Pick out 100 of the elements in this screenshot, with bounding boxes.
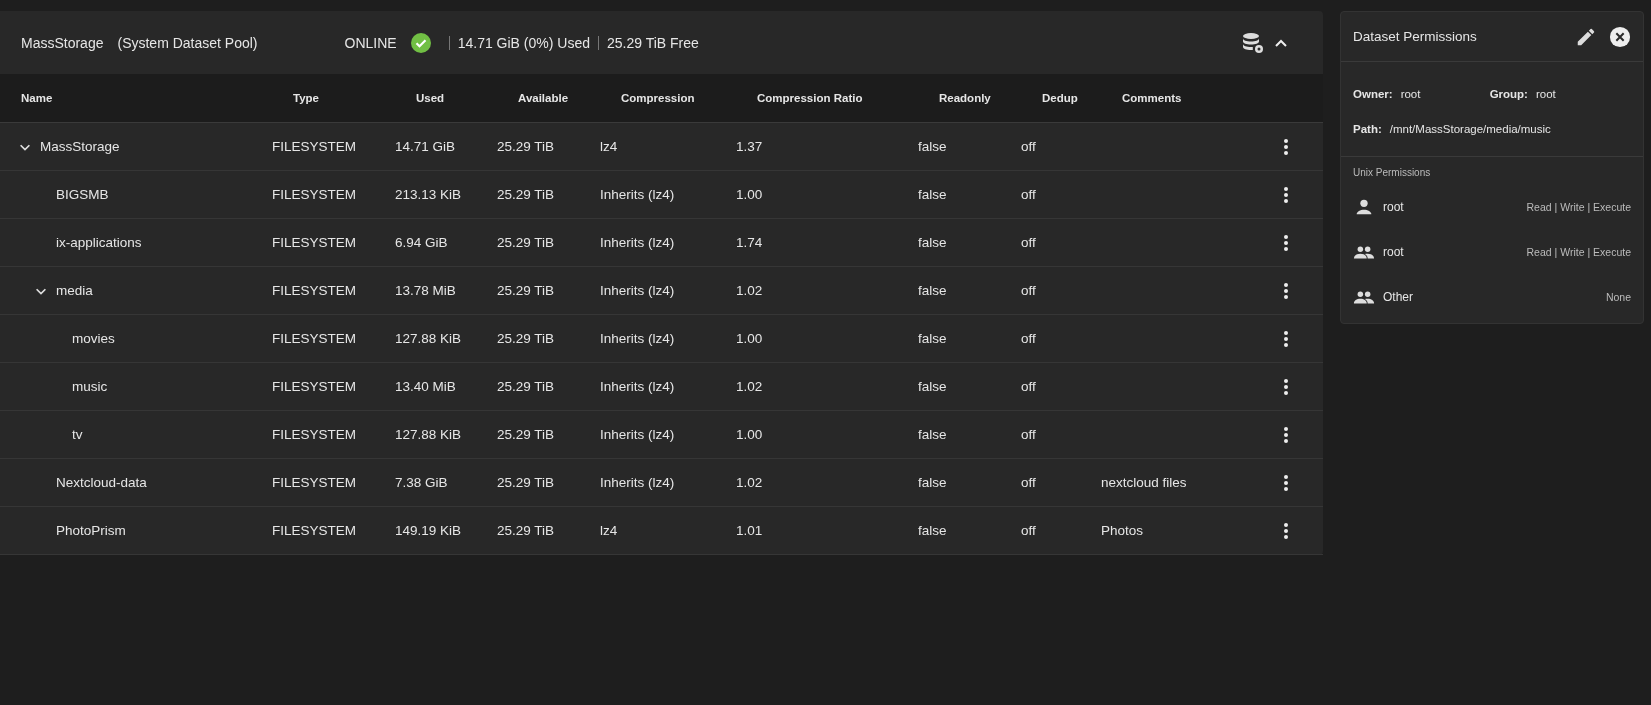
table-cell: 6.94 GiB bbox=[395, 235, 448, 250]
table-cell: 1.00 bbox=[736, 331, 763, 346]
group-value: root bbox=[1535, 87, 1556, 100]
table-cell: 25.29 TiB bbox=[497, 283, 555, 298]
table-cell: 7.38 GiB bbox=[395, 475, 448, 490]
path-label: Path: bbox=[1353, 122, 1382, 135]
table-cell: Inherits (lz4) bbox=[600, 187, 675, 202]
close-icon[interactable] bbox=[1609, 25, 1631, 48]
table-cell: 1.02 bbox=[736, 475, 763, 490]
pool-subtitle: (System Dataset Pool) bbox=[117, 34, 258, 51]
more-vertical-icon[interactable] bbox=[1283, 521, 1289, 540]
more-vertical-icon[interactable] bbox=[1283, 233, 1289, 252]
more-vertical-icon[interactable] bbox=[1283, 329, 1289, 348]
dataset-name[interactable]: music bbox=[72, 379, 108, 394]
table-cell: Inherits (lz4) bbox=[600, 379, 675, 394]
table-cell: FILESYSTEM bbox=[272, 379, 357, 394]
table-cell: 25.29 TiB bbox=[497, 427, 555, 442]
table-cell: false bbox=[918, 139, 947, 154]
column-header: Type bbox=[293, 92, 320, 104]
table-cell: nextcloud files bbox=[1101, 475, 1187, 490]
more-vertical-icon[interactable] bbox=[1283, 137, 1289, 156]
table-cell: Inherits (lz4) bbox=[600, 283, 675, 298]
table-cell: 1.37 bbox=[736, 139, 763, 154]
table-cell: false bbox=[918, 475, 947, 490]
more-vertical-icon[interactable] bbox=[1283, 377, 1289, 396]
permission-access: None bbox=[1605, 290, 1631, 303]
table-cell: 127.88 KiB bbox=[395, 427, 462, 442]
table-cell: off bbox=[1021, 235, 1036, 250]
group-label: Group: bbox=[1489, 87, 1528, 100]
table-cell: 13.40 MiB bbox=[395, 379, 456, 394]
table-cell: 1.00 bbox=[736, 187, 763, 202]
table-cell: 25.29 TiB bbox=[497, 235, 555, 250]
table-cell: false bbox=[918, 331, 947, 346]
table-cell: 127.88 KiB bbox=[395, 331, 462, 346]
table-cell: 25.29 TiB bbox=[497, 331, 555, 346]
table-cell: FILESYSTEM bbox=[272, 427, 357, 442]
permission-access: Read | Write | Execute bbox=[1526, 245, 1631, 258]
table-cell: off bbox=[1021, 283, 1036, 298]
permission-access: Read | Write | Execute bbox=[1526, 200, 1631, 213]
table-cell: Photos bbox=[1101, 523, 1144, 538]
dataset-name[interactable]: BIGSMB bbox=[56, 187, 109, 202]
table-cell: off bbox=[1021, 139, 1036, 154]
table-cell: 149.19 KiB bbox=[395, 523, 462, 538]
table-cell: false bbox=[918, 235, 947, 250]
table-cell: off bbox=[1021, 475, 1036, 490]
table-cell: 1.02 bbox=[736, 283, 763, 298]
permission-subject: root bbox=[1383, 199, 1405, 214]
column-header: Compression bbox=[621, 92, 696, 104]
owner-value: root bbox=[1400, 87, 1422, 100]
table-cell: Inherits (lz4) bbox=[600, 427, 675, 442]
permission-subject: Other bbox=[1383, 289, 1414, 304]
table-cell: 25.29 TiB bbox=[497, 523, 555, 538]
table-cell: FILESYSTEM bbox=[272, 187, 357, 202]
card-title: Dataset Permissions bbox=[1353, 29, 1478, 44]
table-cell: false bbox=[918, 427, 947, 442]
table-cell: FILESYSTEM bbox=[272, 475, 357, 490]
table-cell: off bbox=[1021, 523, 1036, 538]
table-cell: off bbox=[1021, 379, 1036, 394]
table-cell: off bbox=[1021, 187, 1036, 202]
dataset-name[interactable]: tv bbox=[72, 427, 83, 442]
table-cell: lz4 bbox=[600, 523, 618, 538]
dataset-name[interactable]: ix-applications bbox=[56, 235, 142, 250]
column-header: Comments bbox=[1122, 92, 1183, 104]
column-header: Readonly bbox=[939, 92, 992, 104]
column-header: Available bbox=[518, 92, 570, 104]
table-cell: 25.29 TiB bbox=[497, 139, 555, 154]
table-cell: 1.74 bbox=[736, 235, 763, 250]
permission-subject: root bbox=[1383, 244, 1405, 259]
table-cell: 213.13 KiB bbox=[395, 187, 462, 202]
column-header: Dedup bbox=[1042, 92, 1079, 104]
dataset-name[interactable]: MassStorage bbox=[40, 139, 120, 154]
table-cell: false bbox=[918, 187, 947, 202]
dataset-name[interactable]: Nextcloud-data bbox=[56, 475, 147, 490]
table-cell: false bbox=[918, 379, 947, 394]
more-vertical-icon[interactable] bbox=[1283, 425, 1289, 444]
table-cell: FILESYSTEM bbox=[272, 331, 357, 346]
more-vertical-icon[interactable] bbox=[1283, 185, 1289, 204]
dataset-name[interactable]: media bbox=[56, 283, 93, 298]
table-cell: 14.71 GiB bbox=[395, 139, 456, 154]
table-cell: off bbox=[1021, 331, 1036, 346]
table-cell: 13.78 MiB bbox=[395, 283, 456, 298]
owner-label: Owner: bbox=[1353, 87, 1393, 100]
table-cell: false bbox=[918, 523, 947, 538]
pool-used: 14.71 GiB (0%) Used bbox=[457, 34, 590, 51]
more-vertical-icon[interactable] bbox=[1283, 281, 1289, 300]
table-cell: 25.29 TiB bbox=[497, 475, 555, 490]
table-cell: 1.00 bbox=[736, 427, 763, 442]
table-cell: Inherits (lz4) bbox=[600, 331, 675, 346]
table-cell: 25.29 TiB bbox=[497, 187, 555, 202]
dataset-name[interactable]: PhotoPrism bbox=[56, 523, 126, 538]
column-header: Used bbox=[416, 92, 446, 104]
dataset-name[interactable]: movies bbox=[72, 331, 115, 346]
table-cell: false bbox=[918, 283, 947, 298]
table-cell: FILESYSTEM bbox=[272, 139, 357, 154]
database-gear-icon[interactable] bbox=[1241, 30, 1265, 55]
table-cell: off bbox=[1021, 427, 1036, 442]
column-header: Compression Ratio bbox=[757, 92, 864, 104]
more-vertical-icon[interactable] bbox=[1283, 473, 1289, 492]
table-cell: Inherits (lz4) bbox=[600, 235, 675, 250]
section-title: Unix Permissions bbox=[1353, 167, 1432, 178]
